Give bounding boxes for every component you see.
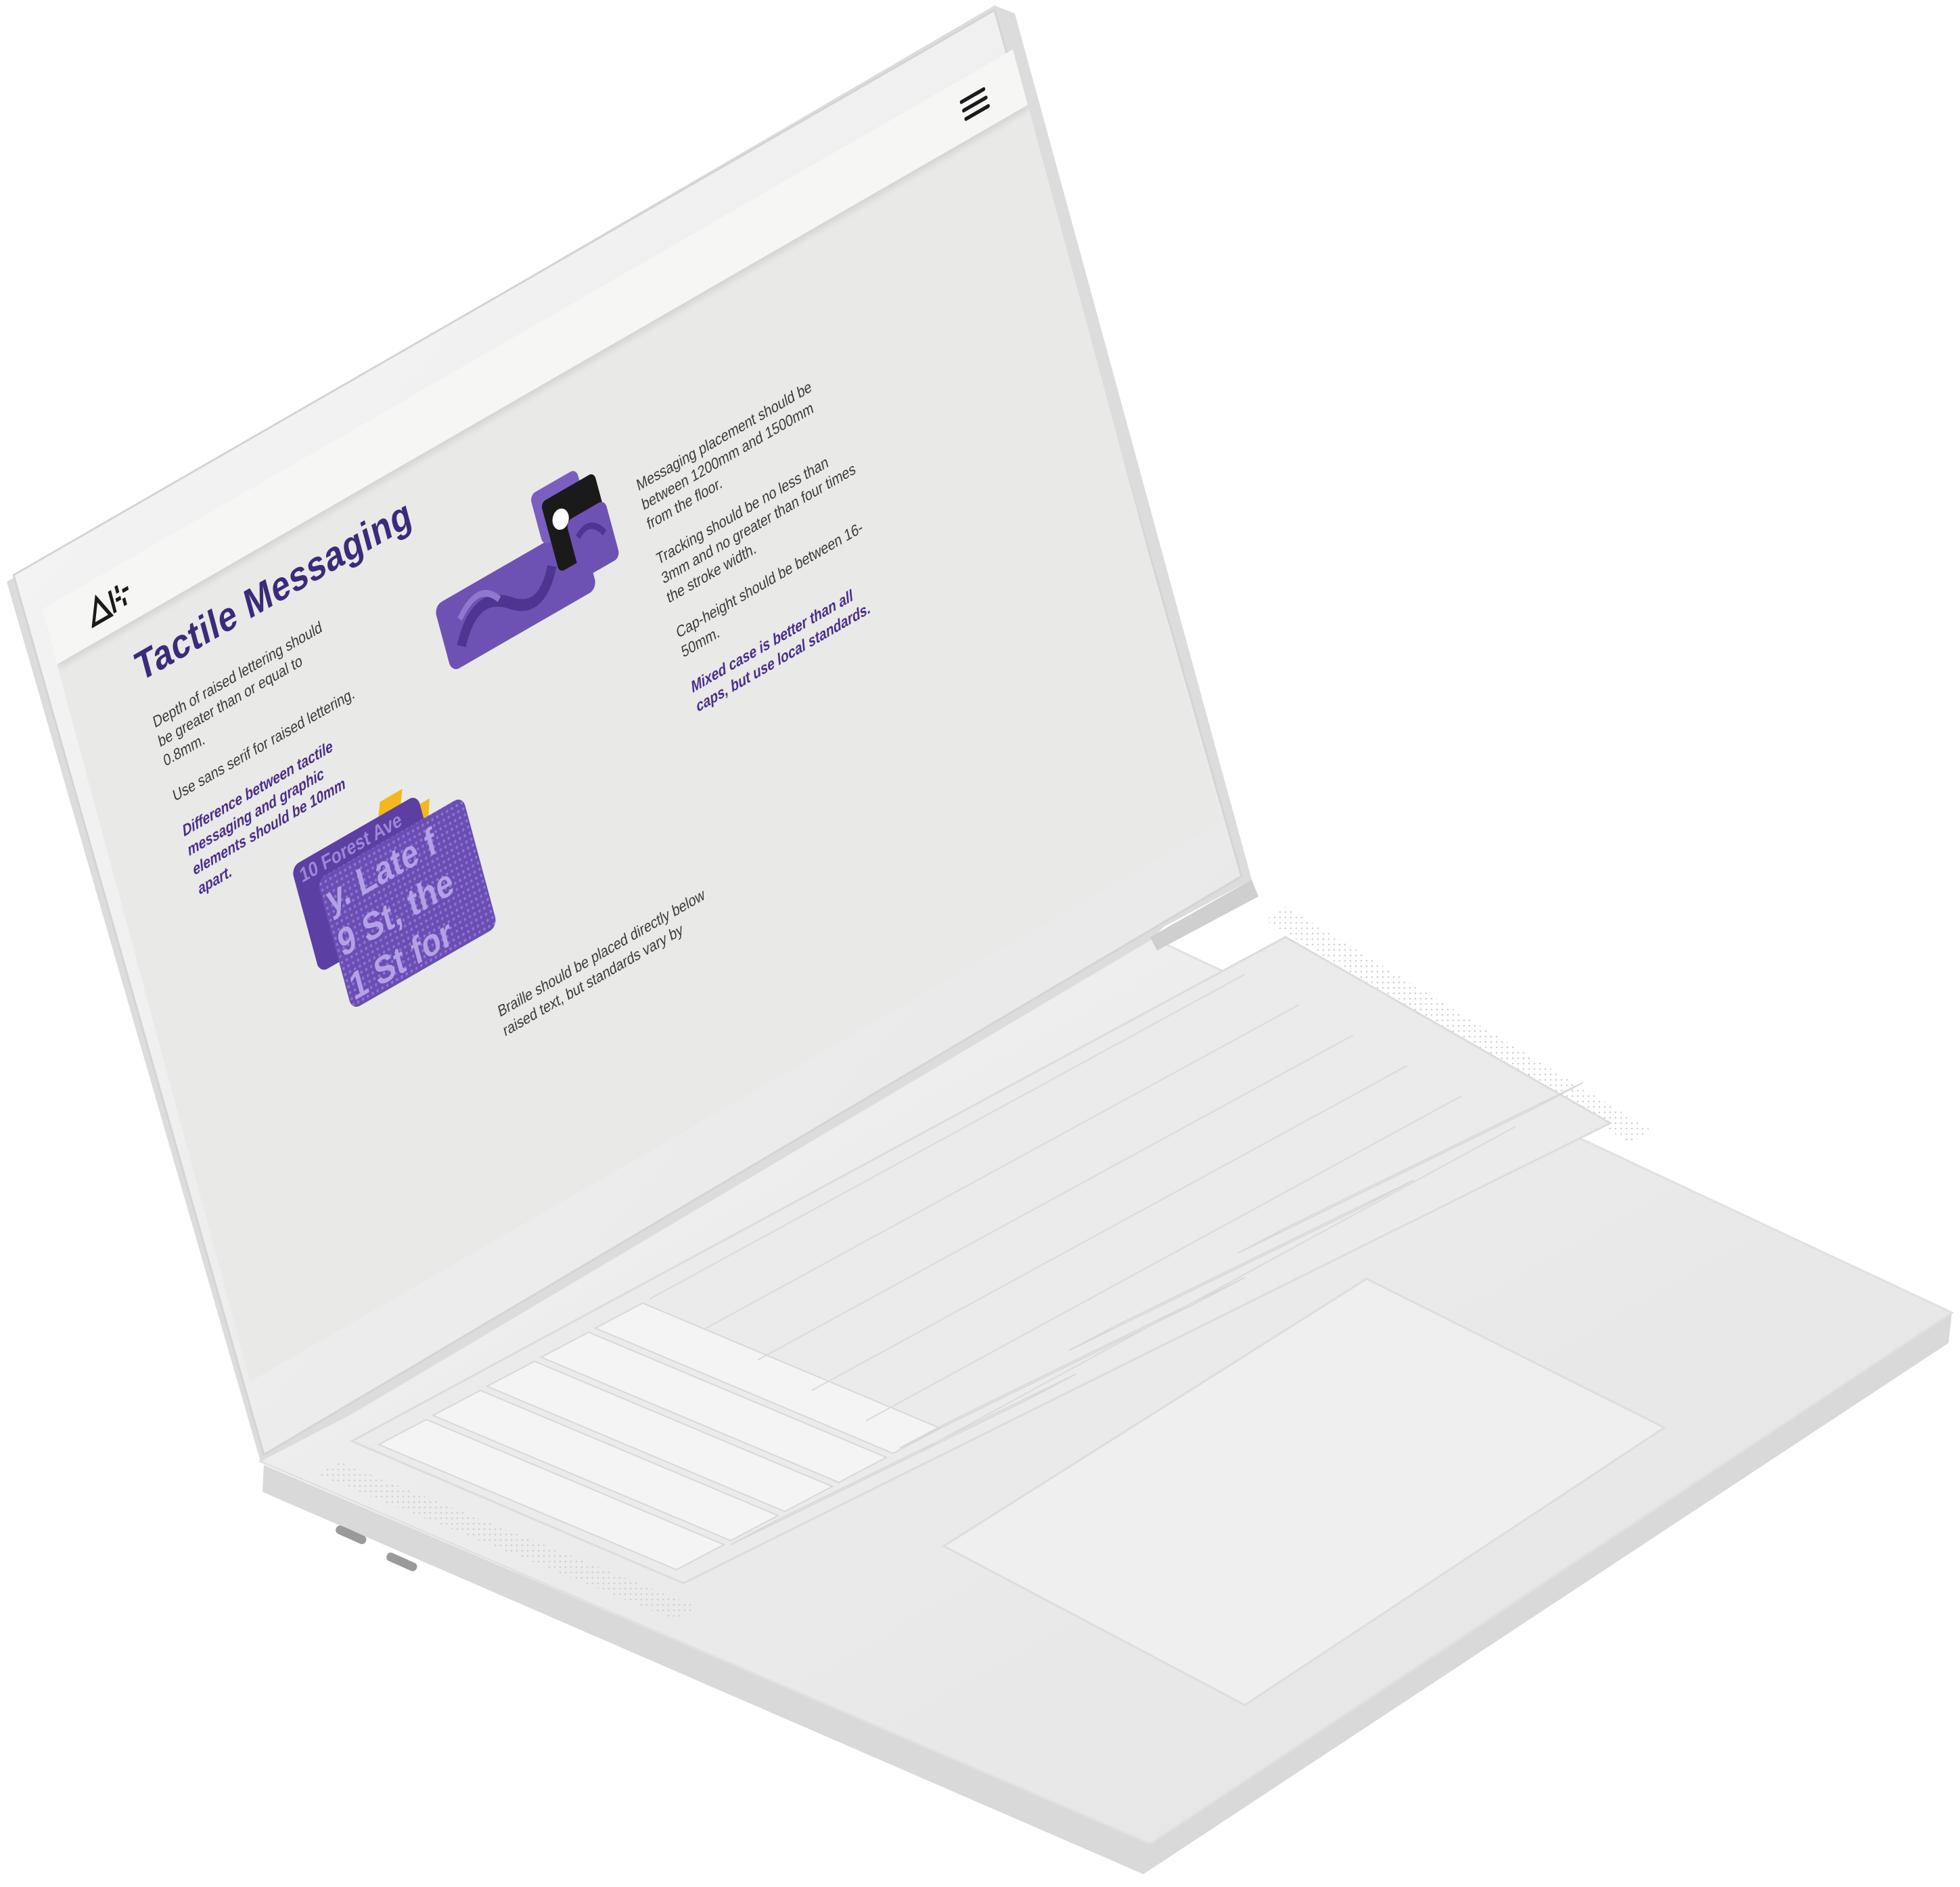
- braille-caption: Braille should be placed directly below …: [496, 885, 707, 1041]
- raised-lettering-image: [436, 471, 619, 669]
- right-text-column: Messaging placement should be between 12…: [635, 365, 898, 733]
- laptop-mockup: Tactile Messaging Depth of raised letter…: [0, 0, 1960, 1887]
- hamburger-menu-icon[interactable]: [958, 82, 991, 125]
- brand-logo-icon[interactable]: [84, 574, 135, 630]
